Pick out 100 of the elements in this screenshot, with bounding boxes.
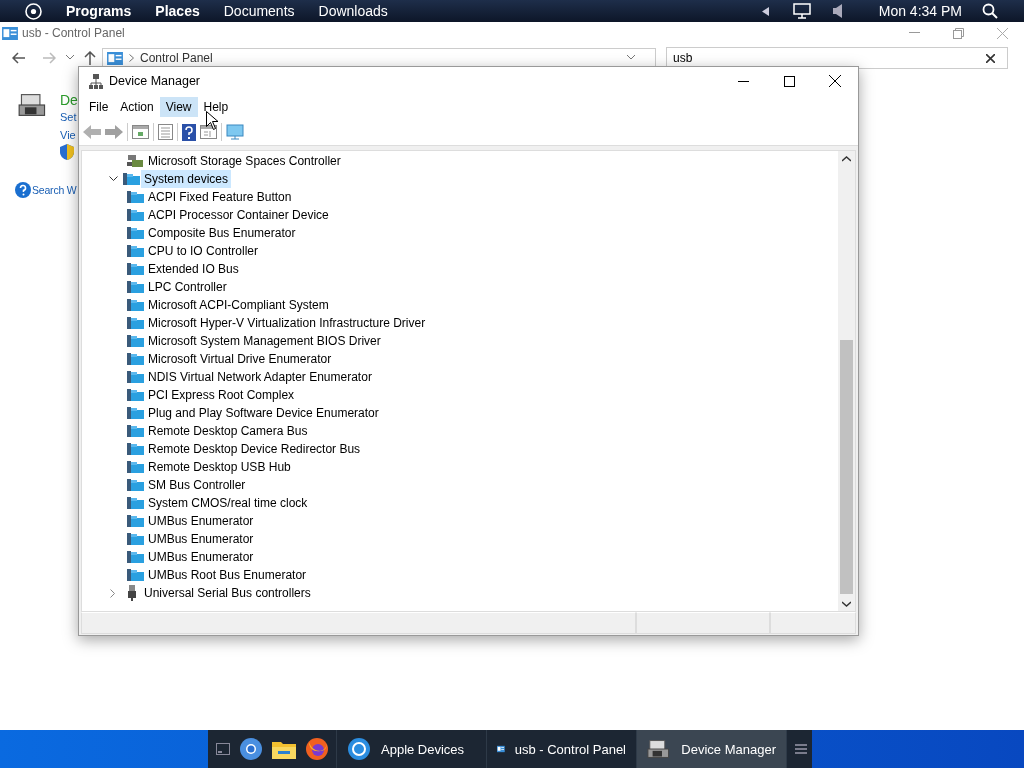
tree-item[interactable]: Composite Bus Enumerator: [145, 224, 299, 242]
restore-icon[interactable]: [952, 27, 964, 39]
tree-item[interactable]: Microsoft Hyper-V Virtualization Infrastructure Driver: [145, 314, 429, 332]
menu-item[interactable]: View: [159, 97, 198, 117]
folder-icon: [127, 334, 144, 348]
help-link[interactable]: Search W: [32, 184, 77, 196]
tree-item[interactable]: Microsoft Storage Spaces Controller: [145, 152, 344, 170]
folder-icon: [127, 298, 144, 312]
storage-icon: [127, 154, 144, 168]
search-field[interactable]: usb: [666, 47, 1008, 69]
folder-icon: [127, 208, 144, 222]
tree-item[interactable]: System CMOS/real time clock: [145, 494, 311, 512]
folder-icon: [127, 370, 144, 384]
top-menu-item[interactable]: Downloads: [318, 3, 388, 19]
minimize-icon[interactable]: [737, 80, 749, 82]
help-icon: [15, 182, 31, 198]
tree-item[interactable]: UMBus Enumerator: [145, 512, 257, 530]
tree-item[interactable]: Remote Desktop Device Redirector Bus: [145, 440, 364, 458]
folder-icon: [127, 226, 144, 240]
folder-icon: [127, 514, 144, 528]
window-icon[interactable]: [200, 125, 217, 139]
tree-item[interactable]: Microsoft Virtual Drive Enumerator: [145, 350, 335, 368]
left-arrow-icon[interactable]: [761, 6, 769, 16]
menu-icon[interactable]: [795, 744, 807, 754]
monitor-icon[interactable]: [226, 124, 244, 140]
menu-item[interactable]: File: [83, 97, 115, 117]
menu-item[interactable]: Help: [197, 97, 235, 117]
window-title: Device Manager: [109, 74, 201, 88]
tree-item[interactable]: PCI Express Root Complex: [145, 386, 298, 404]
tree-item[interactable]: Microsoft System Management BIOS Driver: [145, 332, 384, 350]
folder-icon: [123, 172, 140, 186]
tree-item[interactable]: UMBus Enumerator: [145, 548, 257, 566]
speaker-icon[interactable]: [832, 4, 843, 18]
folder-icon: [127, 568, 144, 582]
network-icon[interactable]: [792, 3, 811, 19]
tree-item[interactable]: Remote Desktop Camera Bus: [145, 422, 311, 440]
top-menu-item[interactable]: Places: [155, 3, 200, 19]
taskbar-button[interactable]: Apple Devices: [336, 730, 486, 768]
list-icon[interactable]: [158, 124, 173, 140]
shield-icon: [60, 144, 74, 160]
result-heading[interactable]: De: [60, 92, 78, 108]
fox-browser-icon[interactable]: [306, 738, 328, 760]
browser-icon[interactable]: [240, 738, 262, 760]
tree-item[interactable]: System devices: [141, 170, 232, 188]
tree-item[interactable]: UMBus Enumerator: [145, 530, 257, 548]
control-panel-icon: [107, 51, 123, 65]
forward-icon[interactable]: [105, 125, 123, 139]
folder-icon: [127, 442, 144, 456]
maximize-icon[interactable]: [783, 75, 795, 87]
folder-icon: [127, 244, 144, 258]
back-icon[interactable]: [12, 52, 26, 64]
tree-item[interactable]: Microsoft ACPI-Compliant System: [145, 296, 332, 314]
folder-icon: [127, 478, 144, 492]
tree-item[interactable]: Extended IO Bus: [145, 260, 242, 278]
tree-item[interactable]: LPC Controller: [145, 278, 230, 296]
close-icon[interactable]: [829, 75, 841, 87]
tree-item[interactable]: Remote Desktop USB Hub: [145, 458, 294, 476]
scrollbar[interactable]: [838, 151, 855, 611]
folder-icon: [127, 190, 144, 204]
tree-item[interactable]: SM Bus Controller: [145, 476, 249, 494]
tree-item[interactable]: ACPI Processor Container Device: [145, 206, 332, 224]
help-icon[interactable]: [182, 123, 196, 141]
folder-icon: [127, 550, 144, 564]
folder-icon: [127, 460, 144, 474]
top-menu-item[interactable]: Programs: [66, 3, 132, 19]
scroll-down-icon[interactable]: [842, 601, 851, 607]
folder-icon: [127, 262, 144, 276]
folder-icon: [127, 280, 144, 294]
folder-icon: [127, 406, 144, 420]
collapse-icon[interactable]: [108, 176, 118, 182]
folder-icon: [127, 496, 144, 510]
window-title: usb - Control Panel: [22, 26, 126, 40]
tree-item[interactable]: CPU to IO Controller: [145, 242, 262, 260]
tree-item[interactable]: NDIS Virtual Network Adapter Enumerator: [145, 368, 375, 386]
folder-icon[interactable]: [272, 739, 296, 759]
chevron-down-icon[interactable]: [66, 55, 74, 61]
chevron-right-icon: [129, 54, 134, 62]
tree-item[interactable]: UMBus Root Bus Enumerator: [145, 566, 310, 584]
tree-item[interactable]: Universal Serial Bus controllers: [141, 584, 314, 602]
top-menu-item[interactable]: Documents: [223, 3, 295, 19]
printer-icon: [647, 738, 672, 760]
tree-item[interactable]: ACPI Fixed Feature Button: [145, 188, 295, 206]
folder-icon: [127, 388, 144, 402]
device-manager-icon: [89, 73, 103, 89]
expand-icon[interactable]: [110, 588, 116, 598]
chevron-down-icon[interactable]: [627, 55, 635, 61]
link[interactable]: Set: [60, 108, 78, 126]
start-icon[interactable]: [25, 2, 42, 20]
search-icon[interactable]: [982, 3, 998, 19]
link[interactable]: Vie: [60, 126, 78, 144]
sync-icon: [347, 737, 371, 761]
taskbar-button[interactable]: Device Manager: [636, 730, 786, 768]
usb-plug-icon: [126, 585, 137, 601]
desktop-icon[interactable]: [216, 743, 230, 755]
up-icon[interactable]: [84, 51, 96, 65]
tree-item[interactable]: Plug and Play Software Device Enumerator: [145, 404, 382, 422]
folder-icon: [127, 352, 144, 366]
clock[interactable]: Mon 4:34 PM: [878, 3, 962, 19]
scroll-up-icon[interactable]: [842, 156, 851, 162]
menu-item[interactable]: Action: [114, 97, 160, 117]
